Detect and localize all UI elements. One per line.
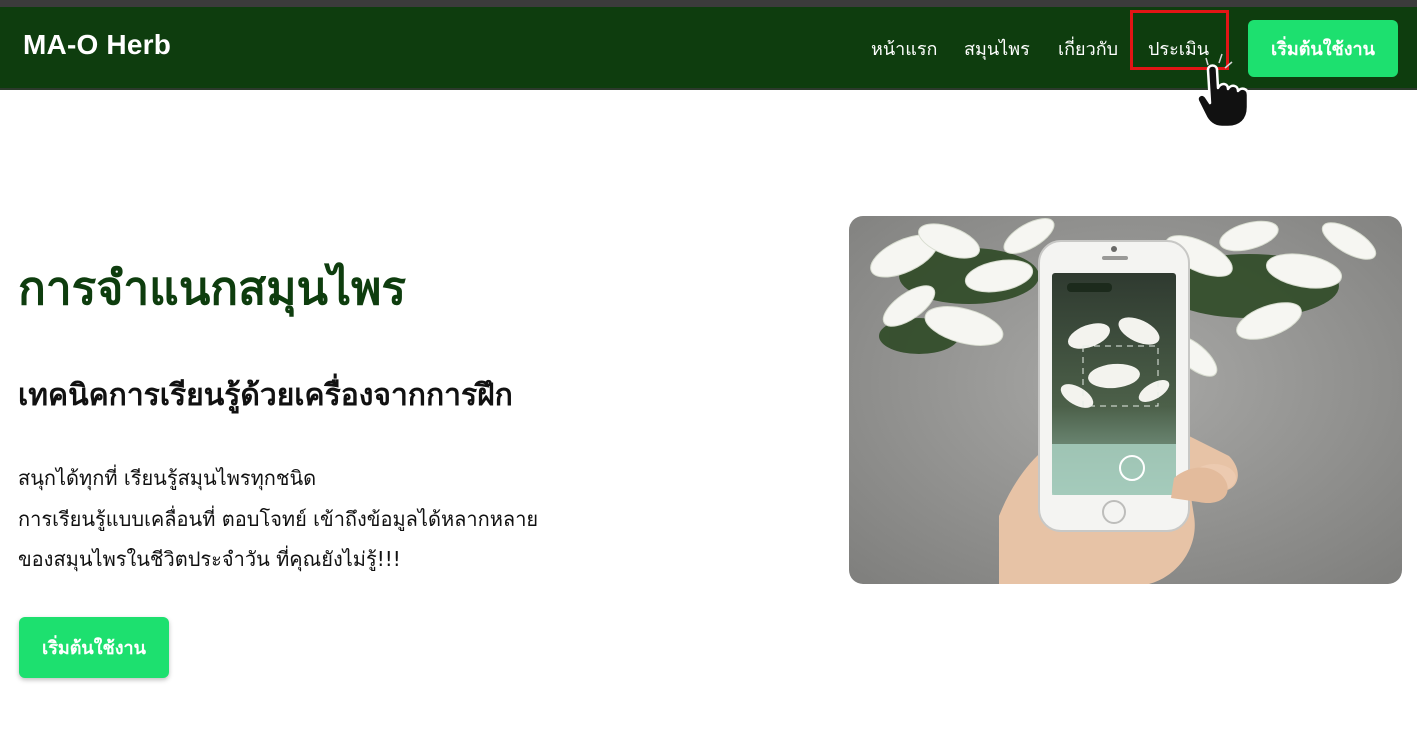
brand-logo[interactable]: MA-O Herb <box>23 29 171 61</box>
nav-link-about[interactable]: เกี่ยวกับ <box>1058 34 1118 63</box>
hero-subtitle: เทคนิคการเรียนรู้ด้วยเครื่องจากการฝึก <box>18 378 513 413</box>
hero-text-line-3: ของสมุนไพรในชีวิตประจำวัน ที่คุณยังไม่รู… <box>18 547 401 571</box>
hero-text-line-1: สนุกได้ทุกที่ เรียนรู้สมุนไพรทุกชนิด <box>18 466 317 490</box>
nav-link-home[interactable]: หน้าแรก <box>871 34 937 63</box>
hero-image <box>849 216 1402 584</box>
nav-get-started-button[interactable]: เริ่มต้นใช้งาน <box>1248 20 1398 77</box>
hero-get-started-button[interactable]: เริ่มต้นใช้งาน <box>19 617 169 678</box>
hero-text-line-2: การเรียนรู้แบบเคลื่อนที่ ตอบโจทย์ เข้าถึ… <box>18 507 539 531</box>
hero-title: การจำแนกสมุนไพร <box>18 261 407 315</box>
phone-scanning-flowers-illustration <box>849 216 1402 584</box>
browser-top-strip <box>0 0 1417 7</box>
nav-link-herbs[interactable]: สมุนไพร <box>964 34 1030 63</box>
pointer-hand-icon <box>1196 53 1250 129</box>
